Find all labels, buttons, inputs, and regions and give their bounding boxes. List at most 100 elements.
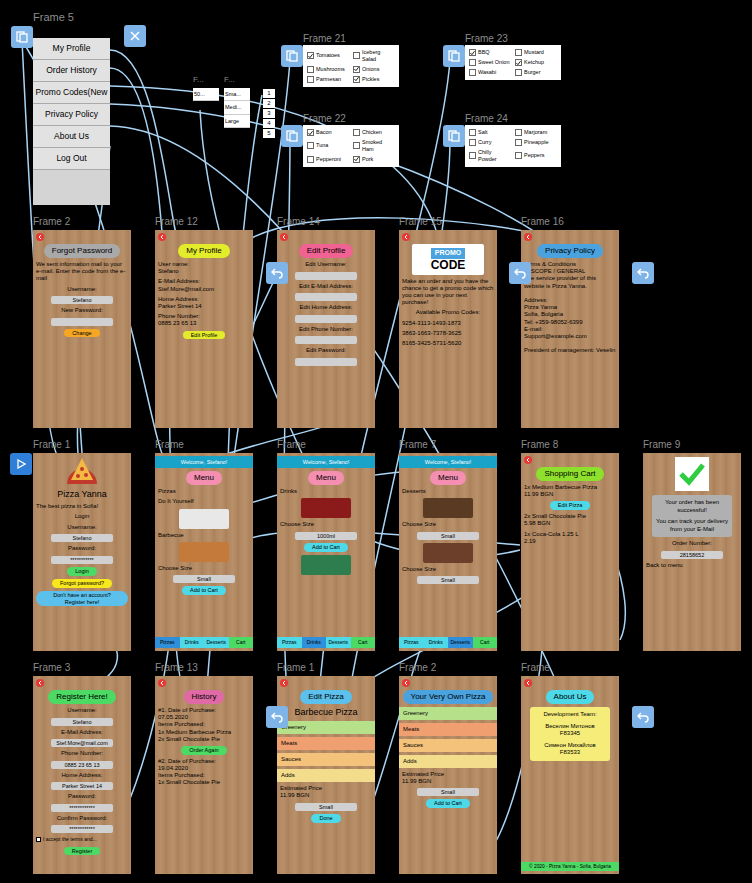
input-field[interactable]: Stef.More@mail.com (51, 739, 113, 747)
menu-item[interactable]: Order History (33, 60, 110, 82)
back-link-icon[interactable] (266, 262, 288, 284)
menu-item[interactable]: Promo Codes(New (33, 82, 110, 104)
nav-tab[interactable]: Cart (473, 637, 498, 649)
frame-link-icon[interactable] (281, 125, 303, 147)
menu-item[interactable]: Log Out (33, 148, 110, 170)
back-icon[interactable] (158, 233, 166, 241)
back-icon[interactable] (524, 679, 532, 687)
menu-item[interactable]: My Profile (33, 38, 110, 60)
input-field[interactable]: 1000ml (295, 532, 357, 540)
input-field[interactable]: ************ (51, 804, 113, 812)
back-icon[interactable] (402, 679, 410, 687)
frame-link-icon[interactable] (11, 26, 33, 48)
frame-button[interactable]: Order Again (181, 746, 226, 755)
topping-checkbox[interactable]: Mustard (515, 49, 557, 56)
input-field[interactable] (295, 293, 357, 301)
close-icon[interactable] (124, 25, 146, 47)
topping-checkbox[interactable]: Sweet Onion (469, 59, 511, 66)
input-field[interactable]: Small (417, 576, 479, 584)
start-flow-icon[interactable] (10, 453, 32, 475)
size-option[interactable]: Sma... (224, 88, 250, 101)
topping-checkbox[interactable]: Tomatoes (307, 49, 349, 63)
size-option[interactable]: 50... (193, 88, 219, 101)
topping-checkbox[interactable]: Smoked Ham (353, 139, 395, 153)
input-field[interactable] (51, 318, 113, 326)
input-field[interactable]: Stefano (51, 296, 113, 304)
menu-item[interactable]: About Us (33, 126, 110, 148)
input-field[interactable] (295, 315, 357, 323)
topping-checkbox[interactable]: Salt (469, 129, 511, 136)
frame-button[interactable]: Done (311, 814, 340, 823)
nav-tab[interactable]: Pizzas (399, 637, 424, 649)
frame-button[interactable]: Change (64, 329, 99, 338)
input-field[interactable]: Stefano (51, 718, 113, 726)
back-link-icon[interactable] (509, 262, 531, 284)
back-icon[interactable] (280, 679, 288, 687)
frame-button[interactable]: Edit Pizza (550, 501, 590, 510)
back-icon[interactable] (36, 233, 44, 241)
back-icon[interactable] (524, 233, 532, 241)
menu-item[interactable]: Privacy Policy (33, 104, 110, 126)
nav-tab[interactable]: Drinks (302, 637, 327, 649)
topping-checkbox[interactable]: Pineapple (515, 139, 557, 146)
number-option[interactable]: 5 (263, 129, 275, 138)
number-option[interactable]: 4 (263, 119, 275, 128)
back-link-icon[interactable] (632, 706, 654, 728)
frame-button[interactable]: Edit Profile (183, 331, 226, 340)
frame-button[interactable]: Add to Cart (426, 799, 470, 808)
nav-tab[interactable]: Cart (229, 637, 254, 649)
number-option[interactable]: 1 (263, 89, 275, 98)
topping-checkbox[interactable]: Curry (469, 139, 511, 146)
frame-button[interactable]: Add to Cart (304, 543, 348, 552)
ingredient-row[interactable]: Adds (277, 769, 375, 782)
topping-checkbox[interactable]: Parmesan (307, 76, 349, 83)
topping-checkbox[interactable]: Mushrooms (307, 66, 349, 73)
frame-link-icon[interactable] (281, 45, 303, 67)
topping-checkbox[interactable]: Burger (515, 69, 557, 76)
ingredient-row[interactable]: Meats (399, 723, 497, 736)
nav-tab[interactable]: Desserts (326, 637, 351, 649)
back-link-icon[interactable] (632, 262, 654, 284)
input-field[interactable] (295, 272, 357, 280)
input-field[interactable] (295, 336, 357, 344)
input-field[interactable]: Small (417, 788, 479, 796)
topping-checkbox[interactable]: Peppers (515, 149, 557, 163)
back-link-icon[interactable] (266, 706, 288, 728)
topping-checkbox[interactable]: Ketchup (515, 59, 557, 66)
back-icon[interactable] (36, 679, 44, 687)
topping-checkbox[interactable]: Onions (353, 66, 395, 73)
back-icon[interactable] (524, 456, 532, 464)
number-option[interactable]: 2 (263, 99, 275, 108)
topping-checkbox[interactable]: Wasabi (469, 69, 511, 76)
topping-checkbox[interactable]: Bacon (307, 129, 349, 136)
input-field[interactable]: Small (417, 532, 479, 540)
nav-tab[interactable]: Drinks (424, 637, 449, 649)
size-option[interactable]: Large (224, 115, 250, 128)
ingredient-row[interactable]: Adds (399, 755, 497, 768)
topping-checkbox[interactable]: Marjoram (515, 129, 557, 136)
frame-button[interactable]: Add to Cart (182, 586, 226, 595)
input-field[interactable]: *********** (51, 556, 113, 564)
topping-checkbox[interactable]: Pork (353, 156, 395, 163)
ingredient-row[interactable]: Greenery (277, 721, 375, 734)
nav-tab[interactable]: Desserts (204, 637, 229, 649)
ingredient-row[interactable]: Sauces (277, 753, 375, 766)
number-option[interactable]: 3 (263, 109, 275, 118)
frame-button[interactable]: Login (67, 567, 96, 576)
topping-checkbox[interactable]: Pepperoni (307, 156, 349, 163)
back-icon[interactable] (158, 679, 166, 687)
back-icon[interactable] (402, 233, 410, 241)
topping-checkbox[interactable]: Chicken (353, 129, 395, 136)
frame-button[interactable]: Forgot password? (52, 579, 112, 588)
nav-tab[interactable]: Pizzas (277, 637, 302, 649)
ingredient-row[interactable]: Greenery (399, 707, 497, 720)
topping-checkbox[interactable]: Chilly Powder (469, 149, 511, 163)
input-field[interactable]: ************ (51, 825, 113, 833)
back-icon[interactable] (280, 233, 288, 241)
input-field[interactable]: Parker Street 14 (51, 782, 113, 790)
frame-button[interactable]: Register (64, 847, 100, 856)
input-field[interactable]: Small (295, 803, 357, 811)
nav-tab[interactable]: Drinks (180, 637, 205, 649)
frame-link-icon[interactable] (443, 125, 465, 147)
input-field[interactable]: Stefano (51, 534, 113, 542)
